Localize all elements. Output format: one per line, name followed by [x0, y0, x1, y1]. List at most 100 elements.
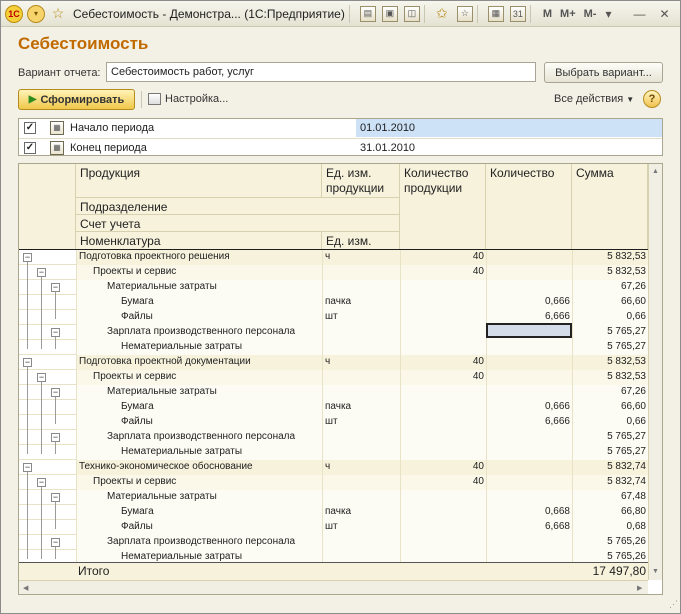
table-row[interactable]: − Проекты и сервис 40 5 832,53	[19, 370, 648, 385]
cell-unit[interactable]	[322, 430, 400, 445]
param-row-end[interactable]: ✓ ▦ Конец периода 31.01.2010	[19, 138, 662, 156]
cell-sum[interactable]: 5 832,74	[572, 475, 648, 490]
cell-name[interactable]: Зарплата производственного персонала	[76, 325, 322, 340]
cell-qty-product[interactable]	[400, 295, 486, 310]
scroll-left-icon[interactable]: ◀	[23, 584, 28, 592]
cell-unit[interactable]	[322, 475, 400, 490]
settings-button[interactable]: Настройка...	[165, 93, 228, 105]
dropdown-icon[interactable]: ▾	[605, 7, 611, 21]
cell-sum[interactable]: 5 765,27	[572, 340, 648, 355]
cell-unit[interactable]	[322, 535, 400, 550]
close-icon[interactable]: ✕	[659, 7, 669, 21]
cell-qty-product[interactable]	[400, 520, 486, 535]
collapse-icon[interactable]: −	[51, 538, 60, 547]
table-row[interactable]: Бумага пачка 0,666 66,60	[19, 295, 648, 310]
table-row[interactable]: − Проекты и сервис 40 5 832,53	[19, 265, 648, 280]
cell-unit[interactable]	[322, 385, 400, 400]
cell-qty-product[interactable]: 40	[400, 370, 486, 385]
print-icon[interactable]: ▤	[359, 5, 376, 22]
preview-icon[interactable]: ◫	[403, 5, 420, 22]
cell-name[interactable]: Проекты и сервис	[76, 370, 322, 385]
cell-name[interactable]: Бумага	[76, 400, 322, 415]
cell-qty[interactable]	[486, 280, 572, 295]
cell-name[interactable]: Файлы	[76, 520, 322, 535]
scroll-up-icon[interactable]: ▲	[652, 168, 659, 175]
cell-sum[interactable]: 5 765,26	[572, 535, 648, 550]
cell-sum[interactable]: 5 832,53	[572, 370, 648, 385]
cell-unit[interactable]	[322, 340, 400, 355]
cell-unit[interactable]: пачка	[322, 505, 400, 520]
cell-qty[interactable]	[486, 385, 572, 400]
cell-qty[interactable]	[486, 355, 572, 370]
collapse-icon[interactable]: −	[51, 283, 60, 292]
cell-unit[interactable]	[322, 370, 400, 385]
add-favorite-icon[interactable]: ✩	[433, 5, 451, 23]
table-row[interactable]: − Материальные затраты 67,26	[19, 280, 648, 295]
param-row-start[interactable]: ✓ ▦ Начало периода 01.01.2010	[19, 119, 662, 137]
cell-sum[interactable]: 67,26	[572, 385, 648, 400]
cell-sum[interactable]: 66,80	[572, 505, 648, 520]
collapse-icon[interactable]: −	[51, 493, 60, 502]
cell-qty[interactable]: 0,666	[486, 400, 572, 415]
cell-name[interactable]: Материальные затраты	[76, 280, 322, 295]
selected-cell[interactable]	[486, 323, 572, 338]
table-row[interactable]: − Материальные затраты 67,26	[19, 385, 648, 400]
variant-field[interactable]: Себестоимость работ, услуг	[106, 62, 536, 82]
save-icon[interactable]: ▣	[381, 5, 398, 22]
table-row[interactable]: − Подготовка проектной документации ч 40 5 8…	[19, 355, 648, 370]
cell-name[interactable]: Бумага	[76, 295, 322, 310]
cell-qty[interactable]	[486, 445, 572, 460]
table-row[interactable]: − Технико-экономическое обоснование ч 40 5 8…	[19, 460, 648, 475]
cell-qty-product[interactable]: 40	[400, 250, 486, 265]
cell-qty[interactable]: 6,668	[486, 520, 572, 535]
cell-sum[interactable]: 67,48	[572, 490, 648, 505]
cell-qty[interactable]	[486, 430, 572, 445]
cell-name[interactable]: Зарплата производственного персонала	[76, 535, 322, 550]
collapse-icon[interactable]: −	[51, 388, 60, 397]
history-icon[interactable]: ☆	[456, 5, 473, 22]
cell-sum[interactable]: 67,26	[572, 280, 648, 295]
cell-qty-product[interactable]	[400, 505, 486, 520]
cell-name[interactable]: Проекты и сервис	[76, 475, 322, 490]
memory-m-button[interactable]: M	[543, 8, 552, 20]
collapse-icon[interactable]: −	[37, 373, 46, 382]
app-logo-icon[interactable]: 1С	[5, 4, 23, 23]
collapse-icon[interactable]: −	[51, 433, 60, 442]
minimize-icon[interactable]: —	[633, 7, 645, 21]
scroll-right-icon[interactable]: ▶	[637, 584, 642, 592]
horizontal-scrollbar[interactable]: ◀ ▶	[19, 580, 648, 594]
favorite-star-icon[interactable]: ☆	[49, 5, 67, 23]
help-button[interactable]: ?	[643, 90, 661, 108]
cell-unit[interactable]: пачка	[322, 400, 400, 415]
cell-qty[interactable]	[486, 460, 572, 475]
collapse-icon[interactable]: −	[37, 268, 46, 277]
table-row[interactable]: Файлы шт 6,668 0,68	[19, 520, 648, 535]
table-row[interactable]: − Подготовка проектного решения ч 40 5 832,5…	[19, 250, 648, 265]
cell-unit[interactable]	[322, 445, 400, 460]
cell-unit[interactable]: шт	[322, 415, 400, 430]
cell-name[interactable]: Нематериальные затраты	[76, 445, 322, 460]
cell-unit[interactable]: ч	[322, 460, 400, 475]
cell-qty-product[interactable]: 40	[400, 265, 486, 280]
cell-qty[interactable]	[486, 340, 572, 355]
collapse-icon[interactable]: −	[23, 358, 32, 367]
cell-name[interactable]: Зарплата производственного персонала	[76, 430, 322, 445]
cell-qty[interactable]	[486, 535, 572, 550]
cell-qty[interactable]	[486, 250, 572, 265]
table-row[interactable]: − Проекты и сервис 40 5 832,74	[19, 475, 648, 490]
vertical-scrollbar[interactable]: ▲ ▼	[648, 164, 662, 580]
cell-qty-product[interactable]	[400, 400, 486, 415]
memory-minus-button[interactable]: M-	[584, 8, 597, 20]
cell-name[interactable]: Бумага	[76, 505, 322, 520]
cell-sum[interactable]: 66,60	[572, 295, 648, 310]
cell-sum[interactable]: 66,60	[572, 400, 648, 415]
cell-name[interactable]: Файлы	[76, 415, 322, 430]
settings-icon[interactable]	[148, 93, 161, 105]
cell-unit[interactable]: пачка	[322, 295, 400, 310]
cell-qty-product[interactable]: 40	[400, 460, 486, 475]
cell-unit[interactable]: ч	[322, 355, 400, 370]
table-row[interactable]: − Материальные затраты 67,48	[19, 490, 648, 505]
cell-qty-product[interactable]	[400, 385, 486, 400]
collapse-icon[interactable]: −	[23, 463, 32, 472]
calendar-icon[interactable]: 31	[509, 5, 526, 22]
